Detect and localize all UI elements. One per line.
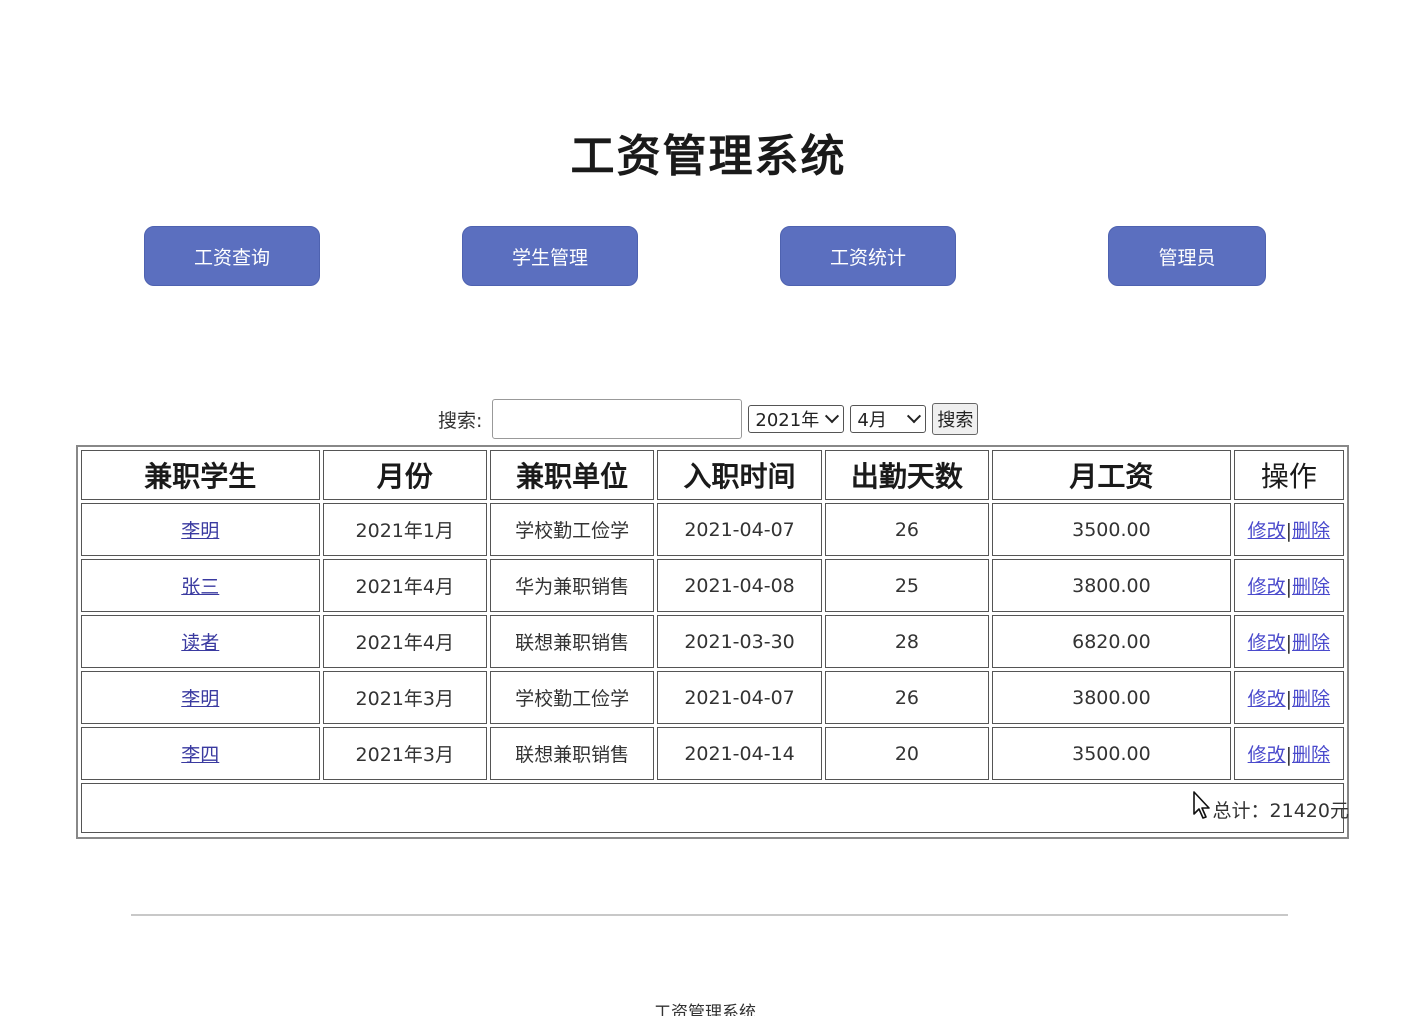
search-button[interactable]: 搜索	[932, 403, 979, 435]
column-header-salary: 月工资	[992, 450, 1231, 500]
page: 工资管理系统 工资查询 学生管理 工资统计 管理员 搜索: 2021年 4月 搜…	[0, 0, 1417, 1016]
cell-salary: 3800.00	[992, 671, 1231, 724]
delete-link[interactable]: 删除	[1292, 520, 1330, 542]
page-title: 工资管理系统	[570, 131, 847, 182]
column-header-hire-date: 入职时间	[657, 450, 822, 500]
cell-month: 2021年4月	[322, 615, 487, 668]
cell-student: 李明	[81, 503, 320, 556]
month-select-value: 4月	[857, 410, 887, 431]
table-header-row: 兼职学生 月份 兼职单位 入职时间 出勤天数 月工资 操作	[81, 450, 1344, 500]
delete-link[interactable]: 删除	[1292, 576, 1330, 598]
delete-link[interactable]: 删除	[1292, 632, 1330, 654]
footer-logo-icon	[76, 1010, 216, 1016]
student-link[interactable]: 李四	[181, 744, 219, 766]
table-total-row: 总计：21420元	[81, 783, 1349, 833]
delete-link[interactable]: 删除	[1292, 688, 1330, 710]
cell-actions: 修改|删除	[1233, 727, 1344, 780]
column-header-actions: 操作	[1233, 450, 1344, 500]
total-amount: 总计：21420元	[1212, 800, 1349, 822]
cell-actions: 修改|删除	[1233, 503, 1344, 556]
cell-student: 张三	[81, 559, 320, 612]
nav-salary-query-button[interactable]: 工资查询	[144, 226, 320, 286]
mouse-cursor-icon	[1193, 791, 1210, 819]
search-input[interactable]	[492, 399, 743, 439]
cell-unit: 华为兼职销售	[489, 559, 655, 612]
column-header-days: 出勤天数	[824, 450, 990, 500]
month-select[interactable]: 4月	[850, 405, 927, 433]
cell-month: 2021年1月	[322, 503, 487, 556]
cell-actions: 修改|删除	[1233, 671, 1344, 724]
cell-unit: 联想兼职销售	[489, 727, 655, 780]
cell-days: 25	[824, 559, 990, 612]
student-link[interactable]: 读者	[181, 632, 219, 654]
footer-title: 工资管理系统	[654, 1003, 756, 1016]
cell-hire-date: 2021-03-30	[657, 615, 822, 668]
edit-link[interactable]: 修改	[1248, 688, 1286, 710]
cell-hire-date: 2021-04-14	[657, 727, 822, 780]
year-select[interactable]: 2021年	[748, 405, 845, 433]
cell-days: 26	[824, 671, 990, 724]
cell-actions: 修改|删除	[1233, 615, 1344, 668]
cell-month: 2021年4月	[322, 559, 487, 612]
table-row: 李明 2021年1月 学校勤工俭学 2021-04-07 26 3500.00 …	[81, 503, 1344, 556]
cell-actions: 修改|删除	[1233, 559, 1344, 612]
salary-table-container: 兼职学生 月份 兼职单位 入职时间 出勤天数 月工资 操作 李明 2021年1月…	[76, 445, 1349, 839]
student-link[interactable]: 李明	[181, 520, 219, 542]
cell-days: 28	[824, 615, 990, 668]
cell-unit: 学校勤工俭学	[489, 671, 655, 724]
edit-link[interactable]: 修改	[1248, 744, 1286, 766]
cell-days: 26	[824, 503, 990, 556]
cell-hire-date: 2021-04-07	[657, 503, 822, 556]
column-header-month: 月份	[322, 450, 487, 500]
edit-link[interactable]: 修改	[1248, 576, 1286, 598]
cell-hire-date: 2021-04-07	[657, 671, 822, 724]
table-row: 读者 2021年4月 联想兼职销售 2021-03-30 28 6820.00 …	[81, 615, 1344, 668]
cell-student: 李四	[81, 727, 320, 780]
salary-table: 兼职学生 月份 兼职单位 入职时间 出勤天数 月工资 操作 李明 2021年1月…	[78, 447, 1349, 836]
cell-hire-date: 2021-04-08	[657, 559, 822, 612]
column-header-unit: 兼职单位	[489, 450, 655, 500]
edit-link[interactable]: 修改	[1248, 520, 1286, 542]
cell-salary: 3800.00	[992, 559, 1231, 612]
cell-student: 李明	[81, 671, 320, 724]
year-select-value: 2021年	[755, 410, 820, 431]
cell-days: 20	[824, 727, 990, 780]
student-link[interactable]: 张三	[181, 576, 219, 598]
edit-link[interactable]: 修改	[1248, 632, 1286, 654]
cell-student: 读者	[81, 615, 320, 668]
cell-salary: 3500.00	[992, 503, 1231, 556]
delete-link[interactable]: 删除	[1292, 744, 1330, 766]
chevron-down-icon	[907, 409, 922, 424]
nav-student-management-button[interactable]: 学生管理	[462, 226, 638, 286]
chevron-down-icon	[825, 409, 840, 424]
cell-unit: 联想兼职销售	[489, 615, 655, 668]
cell-salary: 6820.00	[992, 615, 1231, 668]
search-bar: 搜索: 2021年 4月 搜索	[438, 398, 979, 440]
cell-month: 2021年3月	[322, 671, 487, 724]
footer-divider	[131, 914, 1288, 916]
column-header-student: 兼职学生	[81, 450, 320, 500]
table-row: 张三 2021年4月 华为兼职销售 2021-04-08 25 3800.00 …	[81, 559, 1344, 612]
cell-unit: 学校勤工俭学	[489, 503, 655, 556]
table-row: 李四 2021年3月 联想兼职销售 2021-04-14 20 3500.00 …	[81, 727, 1344, 780]
cell-month: 2021年3月	[322, 727, 487, 780]
cell-salary: 3500.00	[992, 727, 1231, 780]
nav-salary-statistics-button[interactable]: 工资统计	[780, 226, 956, 286]
table-row: 李明 2021年3月 学校勤工俭学 2021-04-07 26 3800.00 …	[81, 671, 1344, 724]
nav-admin-button[interactable]: 管理员	[1108, 226, 1266, 286]
total-cell: 总计：21420元	[81, 783, 1349, 833]
student-link[interactable]: 李明	[181, 688, 219, 710]
search-label: 搜索:	[438, 409, 483, 432]
